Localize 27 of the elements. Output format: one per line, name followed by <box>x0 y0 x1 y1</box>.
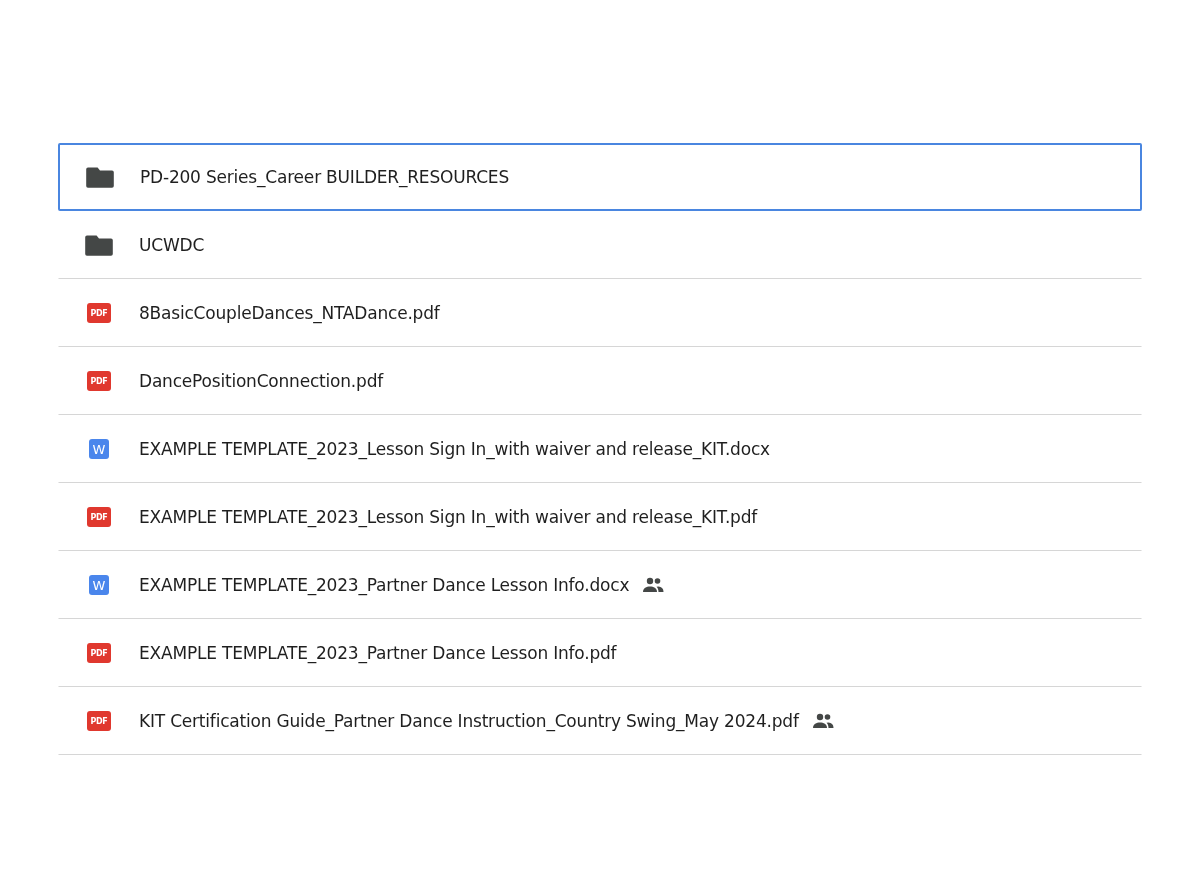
file-row[interactable]: PDF EXAMPLE TEMPLATE_2023_Lesson Sign In_with waiver and release_KIT.pdf <box>58 483 1142 551</box>
folder-icon <box>84 233 114 257</box>
pdf-file-icon: PDF <box>87 643 111 663</box>
folder-icon <box>85 165 115 189</box>
file-row[interactable]: PDF 8BasicCoupleDances_NTADance.pdf <box>58 279 1142 347</box>
file-row[interactable]: PD-200 Series_Career BUILDER_RESOURCES <box>58 143 1142 211</box>
file-row[interactable]: UCWDC <box>58 211 1142 279</box>
file-name: DancePositionConnection.pdf <box>139 371 384 391</box>
pdf-file-icon: PDF <box>87 711 111 731</box>
file-row[interactable]: PDF DancePositionConnection.pdf <box>58 347 1142 415</box>
file-name: KIT Certification Guide_Partner Dance Instruction_Country Swing_May 2024.pdf <box>139 711 799 731</box>
pdf-file-icon: PDF <box>87 371 111 391</box>
file-name: 8BasicCoupleDances_NTADance.pdf <box>139 303 440 323</box>
file-name: EXAMPLE TEMPLATE_2023_Partner Dance Lesson Info.pdf <box>139 643 617 663</box>
file-row[interactable]: PDF EXAMPLE TEMPLATE_2023_Partner Dance Lesson Info.pdf <box>58 619 1142 687</box>
document-file-icon: W <box>89 439 109 459</box>
document-file-icon: W <box>89 575 109 595</box>
file-name: PD-200 Series_Career BUILDER_RESOURCES <box>140 167 509 187</box>
file-row[interactable]: W EXAMPLE TEMPLATE_2023_Lesson Sign In_with waiver and release_KIT.docx <box>58 415 1142 483</box>
file-row[interactable]: W EXAMPLE TEMPLATE_2023_Partner Dance Lesson Info.docx <box>58 551 1142 619</box>
pdf-file-icon: PDF <box>87 303 111 323</box>
file-row[interactable]: PDF KIT Certification Guide_Partner Dance Instruction_Country Swing_May 2024.pdf <box>58 687 1142 755</box>
file-name: UCWDC <box>139 235 205 255</box>
file-name: EXAMPLE TEMPLATE_2023_Lesson Sign In_with waiver and release_KIT.docx <box>139 439 770 459</box>
pdf-file-icon: PDF <box>87 507 111 527</box>
file-name: EXAMPLE TEMPLATE_2023_Partner Dance Lesson Info.docx <box>139 575 630 595</box>
file-name: EXAMPLE TEMPLATE_2023_Lesson Sign In_with waiver and release_KIT.pdf <box>139 507 758 527</box>
